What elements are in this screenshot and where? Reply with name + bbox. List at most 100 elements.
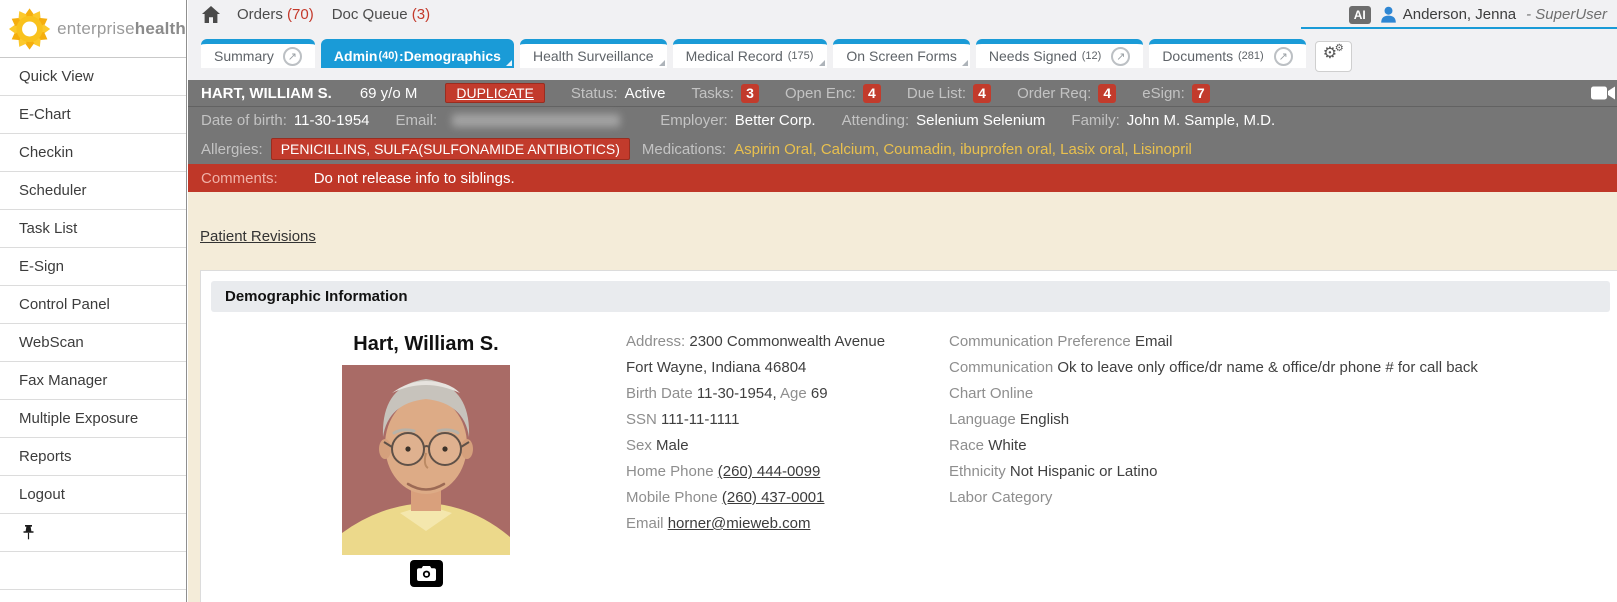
esign-count-badge[interactable]: 7 [1192,84,1210,103]
patient-comments-bar: Comments: Do not release info to sibling… [188,164,1617,192]
order-req-count-badge[interactable]: 4 [1098,84,1116,103]
medication-link[interactable]: Coumadin [883,141,960,158]
main-content: Patient Revisions Demographic Informatio… [188,192,1617,602]
race-row: Race White [949,433,1549,459]
sidebar-item-control-panel[interactable]: Control Panel [0,286,186,324]
popout-icon[interactable]: ↗ [1274,47,1293,66]
duplicate-button[interactable]: DUPLICATE [445,83,545,103]
email-link[interactable]: horner@mieweb.com [668,515,811,532]
patient-banner-row-1: HART, WILLIAM S. 69 y/o M DUPLICATE Stat… [188,80,1617,107]
medications-list: Aspirin OralCalciumCoumadinibuprofen ora… [734,141,1192,158]
sidebar-item-scheduler[interactable]: Scheduler [0,172,186,210]
ai-badge[interactable]: AI [1349,6,1371,24]
dob-value: 11-30-1954 [294,112,370,129]
allergies-label: Allergies: [201,141,263,158]
tab-admin-demographics[interactable]: Admin(40):Demographics [321,39,514,68]
sidebar: enterprisehealth Quick View E-Chart Chec… [0,0,187,602]
attending-label: Attending: [842,112,910,129]
tab-medical-record[interactable]: Medical Record (175) [673,39,828,68]
nav-orders[interactable]: Orders (70) [237,6,314,23]
status-label: Status: [571,85,618,102]
medication-link[interactable]: Aspirin Oral [734,141,821,158]
sidebar-item-e-chart[interactable]: E-Chart [0,96,186,134]
chart-online-row: Chart Online [949,381,1549,407]
open-enc-count-badge[interactable]: 4 [863,84,881,103]
patient-display-name: Hart, William S. [311,333,541,356]
tasks-count-badge[interactable]: 3 [741,84,759,103]
patient-photo-block: Hart, William S. [311,333,541,587]
medication-link[interactable]: Calcium [821,141,884,158]
sidebar-item-task-list[interactable]: Task List [0,210,186,248]
patient-banner-row-3: Allergies: PENICILLINS, SULFA(SULFONAMID… [188,134,1617,164]
popout-icon[interactable]: ↗ [1111,47,1130,66]
home-phone-link[interactable]: (260) 444-0099 [718,463,821,480]
top-bar: Orders (70) Doc Queue (3) AI Anderson, J… [188,0,1617,80]
open-enc-label: Open Enc: [785,85,856,102]
family-label: Family: [1071,112,1119,129]
birth-date-row: Birth Date 11-30-1954, Age 69 [626,381,926,407]
home-phone-row: Home Phone (260) 444-0099 [626,459,926,485]
tab-needs-signed[interactable]: Needs Signed (12) ↗ [976,39,1143,68]
patient-revisions-link[interactable]: Patient Revisions [200,228,316,245]
sidebar-item-webscan[interactable]: WebScan [0,324,186,362]
sex-row: Sex Male [626,433,926,459]
home-icon [201,5,221,24]
employer-label: Employer: [660,112,728,129]
patient-name: HART, WILLIAM S. [201,85,332,102]
user-menu[interactable]: Anderson, Jenna - SuperUser [1380,6,1607,23]
medication-link[interactable]: ibuprofen oral [960,141,1060,158]
mobile-phone-link[interactable]: (260) 437-0001 [722,489,825,506]
user-icon [1380,6,1397,23]
comments-value: Do not release info to siblings. [314,170,515,187]
due-list-count-badge[interactable]: 4 [973,84,991,103]
medication-link[interactable]: Lasix oral [1060,141,1133,158]
sidebar-item-quick-view[interactable]: Quick View [0,58,186,96]
patient-banner-row-2: Date of birth:11-30-1954 Email: Employer… [188,107,1617,134]
header-accent-line [1301,27,1617,29]
sidebar-item-logout[interactable]: Logout [0,476,186,514]
card-title: Demographic Information [211,281,1610,312]
sidebar-item-checkin[interactable]: Checkin [0,134,186,172]
sidebar-empty-row [0,552,186,590]
esign-label: eSign: [1142,85,1185,102]
family-value: John M. Sample, M.D. [1127,112,1275,129]
gear-icon: ⚙ [1335,44,1344,54]
sidebar-item-reports[interactable]: Reports [0,438,186,476]
brand-wordmark: enterprisehealth [57,19,186,39]
sidebar-item-fax-manager[interactable]: Fax Manager [0,362,186,400]
tab-on-screen-forms[interactable]: On Screen Forms [833,39,969,68]
popout-icon[interactable]: ↗ [283,47,302,66]
tab-settings-button[interactable]: ⚙ ⚙ [1315,41,1352,72]
sidebar-item-multiple-exposure[interactable]: Multiple Exposure [0,400,186,438]
app-logo[interactable]: enterprisehealth [0,0,186,58]
tab-health-surveillance[interactable]: Health Surveillance [520,39,667,68]
email-label: Email: [396,112,438,129]
demographics-left-column: Address: 2300 Commonwealth Avenue Fort W… [626,329,926,537]
due-list-label: Due List: [907,85,966,102]
mobile-phone-row: Mobile Phone (260) 437-0001 [626,485,926,511]
dropdown-fold-icon [962,60,968,66]
sidebar-pin-toggle[interactable] [0,514,186,552]
chart-tab-bar: Summary ↗ Admin(40):Demographics Health … [201,39,1352,72]
medication-link[interactable]: Lisinopril [1133,141,1192,158]
patient-age-sex: 69 y/o M [360,85,418,102]
status-value: Active [625,85,666,102]
dropdown-fold-icon [506,60,512,66]
video-call-button[interactable] [1591,84,1615,106]
user-role: - SuperUser [1526,6,1607,23]
medications-label: Medications: [642,141,726,158]
sidebar-item-e-sign[interactable]: E-Sign [0,248,186,286]
ssn-row: SSN 111-11-1111 [626,407,926,433]
communication-row: Communication Ok to leave only office/dr… [949,355,1549,381]
enterprise-health-flower-icon [8,6,51,52]
nav-doc-queue[interactable]: Doc Queue (3) [332,6,430,23]
update-photo-button[interactable] [410,560,443,587]
email-redacted-value [452,114,620,127]
order-req-label: Order Req: [1017,85,1091,102]
patient-banner: HART, WILLIAM S. 69 y/o M DUPLICATE Stat… [188,80,1617,192]
tab-summary[interactable]: Summary ↗ [201,39,315,68]
tab-documents[interactable]: Documents (281) ↗ [1149,39,1305,68]
home-button[interactable] [201,5,221,24]
allergies-badge[interactable]: PENICILLINS, SULFA(SULFONAMIDE ANTIBIOTI… [271,138,630,160]
camera-icon [417,566,436,581]
